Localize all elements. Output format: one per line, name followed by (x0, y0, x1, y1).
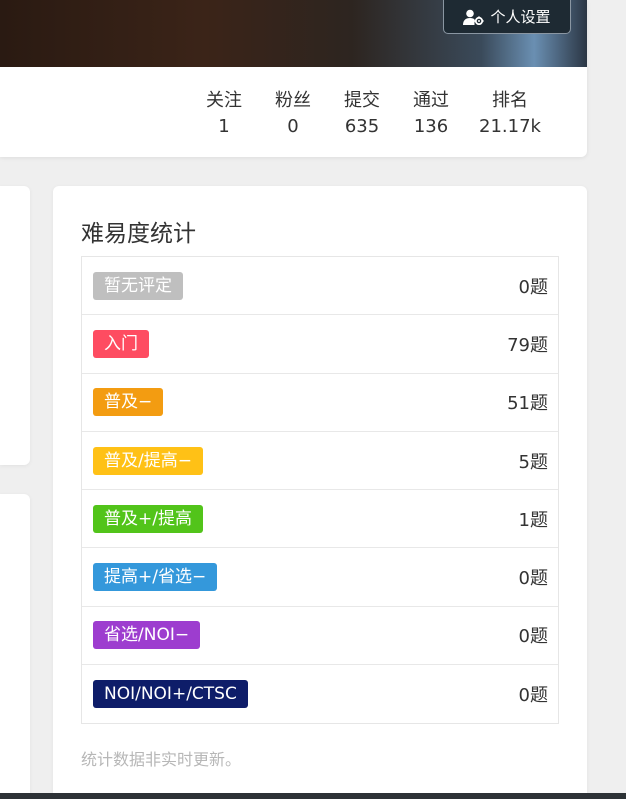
difficulty-row: 提高+/省选− 0题 (82, 548, 558, 607)
stat-accepted[interactable]: 通过 136 (396, 86, 466, 137)
left-panel-card (0, 494, 30, 799)
difficulty-tag: 提高+/省选− (93, 563, 218, 592)
difficulty-row: 入门 79题 (82, 315, 558, 374)
stat-submissions[interactable]: 提交 635 (327, 86, 397, 137)
difficulty-stats-card: 难易度统计 暂无评定 0题 入门 79题 普及− 51题 普及/提高− 5题 普… (53, 186, 587, 799)
stat-label: 提交 (344, 90, 380, 111)
difficulty-row: 普及− 51题 (82, 374, 558, 432)
difficulty-tag: 普及/提高− (93, 446, 203, 475)
difficulty-row: 暂无评定 0题 (82, 257, 558, 316)
difficulty-count: 51题 (507, 393, 548, 415)
difficulty-tag: 普及− (93, 388, 164, 417)
difficulty-tag: 普及+/提高 (93, 504, 203, 533)
stat-label: 粉丝 (275, 90, 311, 111)
difficulty-tag: 暂无评定 (93, 271, 183, 300)
settings-button[interactable]: 个人设置 (443, 0, 571, 34)
difficulty-tag: NOI/NOI+/CTSC (93, 680, 248, 709)
stat-value: 635 (344, 116, 380, 137)
bottom-bar (0, 793, 626, 799)
difficulty-row: 普及/提高− 5题 (82, 432, 558, 491)
stat-value: 1 (218, 116, 230, 137)
difficulty-count: 5题 (518, 451, 548, 473)
stat-label: 通过 (413, 90, 449, 111)
difficulty-count: 1题 (518, 509, 548, 531)
difficulty-row: 普及+/提高 1题 (82, 490, 558, 549)
stats-note: 统计数据非实时更新。 (81, 750, 242, 769)
difficulty-table: 暂无评定 0题 入门 79题 普及− 51题 普及/提高− 5题 普及+/提高 … (81, 256, 559, 725)
settings-button-label: 个人设置 (490, 8, 551, 26)
difficulty-row: NOI/NOI+/CTSC 0题 (82, 665, 558, 723)
difficulty-row: 省选/NOI− 0题 (82, 607, 558, 666)
user-gear-icon (463, 9, 485, 25)
difficulty-tag: 省选/NOI− (93, 621, 201, 650)
stat-followers[interactable]: 粉丝 0 (258, 86, 328, 137)
difficulty-count: 0题 (518, 626, 548, 648)
stat-value: 0 (287, 116, 299, 137)
stat-value: 136 (413, 116, 449, 137)
difficulty-count: 0题 (518, 568, 548, 590)
profile-card: 个人设置 关注 1 粉丝 0 提交 635 通过 136 排名 21.17k (0, 0, 587, 157)
stat-ranking[interactable]: 排名 21.17k (475, 86, 545, 137)
difficulty-tag: 入门 (93, 329, 149, 358)
stat-label: 关注 (206, 90, 242, 111)
difficulty-count: 79题 (507, 334, 548, 356)
stat-value: 21.17k (479, 116, 541, 137)
stat-following[interactable]: 关注 1 (189, 86, 259, 137)
stat-label: 排名 (492, 90, 528, 111)
left-panel-card (0, 186, 30, 465)
difficulty-count: 0题 (518, 276, 548, 298)
difficulty-count: 0题 (518, 685, 548, 707)
card-title: 难易度统计 (81, 221, 196, 247)
